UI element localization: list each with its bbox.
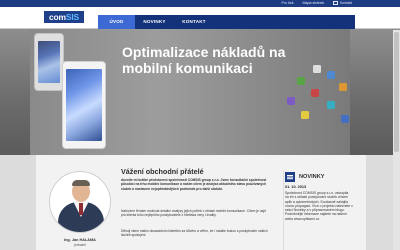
top-link-sitemap[interactable]: Mapa stránek [303,0,325,7]
app-icons-graphic [283,63,353,133]
news-icon [285,172,295,182]
top-link-contact[interactable]: Kontakt [333,0,352,7]
app-tile [341,115,349,123]
app-tile [297,77,305,85]
scrollbar-thumb[interactable] [394,32,399,152]
phone-image-front [62,61,106,149]
logo-main: com [49,12,66,22]
news-heading: NOVINKY [299,174,325,180]
site-header: comSIS ÚVOD NOVINKY KONTAKT [0,7,400,29]
app-tile [311,89,319,97]
mail-icon [333,1,339,5]
nav-item-news[interactable]: NOVINKY [135,15,174,29]
app-tile [327,101,335,109]
nav-item-contact[interactable]: KONTAKT [174,15,214,29]
director-photo [49,171,111,233]
news-date: 01. 10. 2013 [285,185,307,189]
intro-paragraph-1: dovolte mi krátké představení společnost… [121,178,267,191]
app-tile [339,83,347,91]
phone-screen [38,41,60,83]
phone-image-back [34,33,64,91]
comsis-logo[interactable]: comSIS [44,11,84,23]
person-hair [72,180,90,186]
logo-accent: SIS [65,12,79,22]
main-nav: ÚVOD NOVINKY KONTAKT [98,15,355,29]
intro-paragraph-2: Nabízíme firmám možnost detailní analýzy… [121,209,266,218]
phone-screen [66,69,102,141]
app-tile [287,97,295,105]
app-tile [301,111,309,119]
intro-paragraph-3: Děkuji všem našim dosavadním klientům za… [121,229,268,238]
top-link-contact-label: Kontakt [339,1,352,5]
app-tile [313,65,321,73]
top-links: Pro tisk Mapa stránek Kontakt [282,0,352,7]
hero-banner: Optimalizace nákladů na mobilní komunika… [0,29,400,155]
hero-title: Optimalizace nákladů na mobilní komunika… [122,44,286,76]
nav-item-home[interactable]: ÚVOD [98,15,135,29]
top-link-press[interactable]: Pro tisk [282,0,294,7]
news-text: Společnost COMSIS group s.r.o. vstoupila… [285,191,353,221]
intro-heading: Vážení obchodní přátelé [121,167,204,176]
signature-role: jednatel [74,243,86,247]
app-tile [327,71,335,79]
signature-name: Ing. Jan HALAMA [64,238,96,242]
person-tie [79,203,83,215]
